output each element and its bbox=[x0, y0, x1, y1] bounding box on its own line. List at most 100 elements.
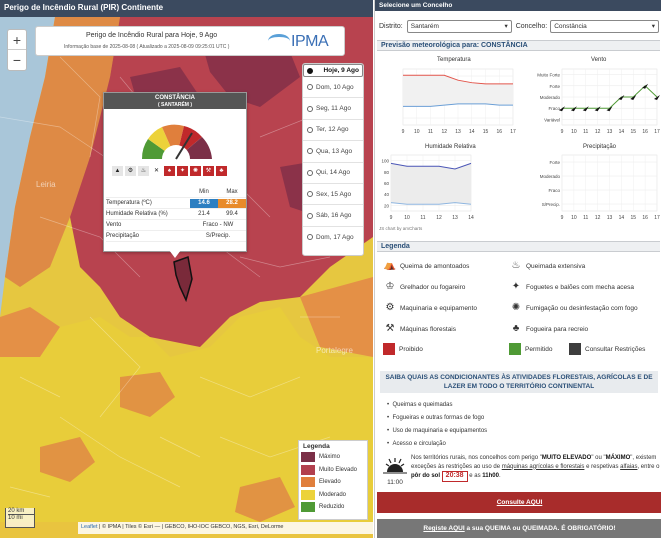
temperature-min: 14.6 bbox=[190, 198, 218, 208]
precipitation-y-tick: Fraco bbox=[548, 188, 560, 193]
precipitation-row: Precipitação S/Precip. bbox=[106, 231, 246, 242]
wind-x-tick: 14 bbox=[619, 129, 625, 135]
day-label: Dom, 17 Ago bbox=[316, 233, 354, 241]
humidity-row: Humidade Relativa (%) 21.4 99.4 bbox=[106, 209, 246, 220]
legend-swatch bbox=[301, 452, 315, 463]
humidity-x-tick: 11 bbox=[420, 215, 425, 221]
map-legend-title: Legenda bbox=[303, 443, 330, 450]
day-selector: Hoje, 9 Ago Dom, 10 Ago Seg, 11 Ago Ter, 12… bbox=[302, 63, 364, 256]
wind-x-tick: 12 bbox=[595, 129, 601, 135]
zoom-in-button[interactable]: + bbox=[8, 30, 26, 50]
popup-weather-table: Min Max Temperatura (ºC) 14.6 28.2 Humid… bbox=[106, 187, 246, 242]
map-label-portalegre: Portalegre bbox=[316, 346, 353, 355]
campfire-icon: ♣ bbox=[216, 166, 227, 176]
precipitation-x-tick: 12 bbox=[595, 215, 601, 221]
forecast-chart-svg: 9 10 11 12 13 14 15 16 17 Muito Forte Forte Moderad… bbox=[381, 68, 660, 221]
extensive-burn-icon: ♨ bbox=[511, 260, 521, 271]
max-label: Max bbox=[226, 189, 238, 195]
humidity-y-tick: 80 bbox=[384, 170, 390, 175]
concelho-select[interactable]: Constância ▾ bbox=[550, 19, 659, 33]
temperature-x-tick: 14 bbox=[469, 129, 475, 135]
day-option[interactable]: Qui, 14 Ago bbox=[303, 163, 363, 184]
map-legend-item: Muito Elevado bbox=[301, 464, 365, 477]
map-title: Perigo de Incêndio Rural para Hoje, 9 Ag… bbox=[86, 32, 218, 39]
forecast-section-title: Previsão meteorológica para: CONSTÂNCIA bbox=[377, 40, 660, 51]
humidity-max: 99.4 bbox=[226, 211, 238, 217]
precipitation-x-tick: 14 bbox=[619, 215, 625, 221]
municipality-popup: CONSTÂNCIA ( SANTARÉM ) ▲ ⚙ ♨ ✕ ♠ ✦ ✺ ⚒ … bbox=[103, 92, 247, 252]
zoom-out-button[interactable]: − bbox=[8, 50, 26, 70]
legend-swatch bbox=[301, 477, 315, 488]
bullet-item: • Uso de maquinaria e equipamentos bbox=[387, 428, 488, 434]
firework-icon: ✦ bbox=[511, 281, 521, 292]
map-title-box: Perigo de Incêndio Rural para Hoje, 9 Ag… bbox=[35, 26, 345, 56]
humidity-y-tick: 60 bbox=[384, 181, 390, 186]
day-option[interactable]: Seg, 11 Ago bbox=[303, 98, 363, 120]
map-panel-header: Perigo de Incêndio Rural (PIR) Continent… bbox=[0, 0, 373, 17]
temperature-x-tick: 12 bbox=[441, 129, 447, 135]
map-legend-item: Reduzido bbox=[301, 501, 365, 514]
day-label: Sex, 15 Ago bbox=[316, 190, 352, 198]
precipitation-x-tick: 16 bbox=[642, 215, 648, 221]
info-panel-header: Selecione um Concelho bbox=[375, 0, 661, 11]
leaflet-link[interactable]: Leaflet bbox=[81, 524, 98, 530]
map-label-leiria: Leiria bbox=[36, 180, 56, 189]
precipitation-x-tick: 11 bbox=[583, 215, 588, 221]
map-legend-item: Máximo bbox=[301, 451, 365, 464]
humidity-y-tick: 20 bbox=[384, 203, 390, 208]
precipitation-x-tick: 13 bbox=[607, 215, 613, 221]
humidity-range-area bbox=[391, 163, 471, 205]
day-label: Hoje, 9 Ago bbox=[323, 67, 359, 74]
ipma-logo: IPMA bbox=[291, 33, 329, 50]
concelho-label: Concelho: bbox=[515, 22, 548, 30]
precipitation-x-tick: 10 bbox=[571, 215, 577, 221]
day-option[interactable]: Dom, 17 Ago bbox=[303, 227, 363, 248]
scale-mi: 10 mi bbox=[8, 514, 34, 521]
precipitation-y-tick: Forte bbox=[549, 160, 560, 165]
chevron-down-icon: ▾ bbox=[504, 23, 508, 30]
radio-icon bbox=[307, 84, 313, 91]
tractor-icon: ⚙ bbox=[125, 166, 136, 176]
exception-note: Nos territórios rurais, nos concelhos co… bbox=[411, 454, 661, 482]
consulte-button[interactable]: Consulte AQUI bbox=[377, 492, 661, 513]
radio-icon bbox=[307, 169, 313, 176]
min-label: Min bbox=[199, 189, 209, 195]
day-option[interactable]: Qua, 13 Ago bbox=[303, 141, 363, 163]
concelho-value: Constância bbox=[554, 22, 587, 30]
burn-pile-icon: ▲ bbox=[112, 166, 123, 176]
conditions-banner: SAIBA QUAIS AS CONDICIONANTES ÀS ATIVIDA… bbox=[380, 371, 658, 393]
day-label: Ter, 12 Ago bbox=[316, 126, 349, 134]
map-info-line: Informação base de 2025-08-08 ( Atualiza… bbox=[64, 44, 230, 50]
sun-time: 11:00 bbox=[387, 479, 403, 486]
day-option[interactable]: Ter, 12 Ago bbox=[303, 120, 363, 142]
legend-swatch bbox=[301, 489, 315, 500]
day-option[interactable]: Hoje, 9 Ago bbox=[303, 64, 363, 77]
wind-y-tick: Muito Forte bbox=[537, 73, 560, 78]
humidity-x-tick: 13 bbox=[452, 215, 458, 221]
wind-x-tick: 10 bbox=[571, 129, 577, 135]
forest-machine-icon: ⚒ bbox=[385, 323, 395, 334]
temperature-x-tick: 16 bbox=[496, 129, 502, 135]
wind-x-tick: 16 bbox=[642, 129, 648, 135]
map-legend-item: Moderado bbox=[301, 489, 365, 502]
cross-icon: ✕ bbox=[153, 168, 160, 174]
day-option[interactable]: Sex, 15 Ago bbox=[303, 184, 363, 206]
precipitation-label: Precipitação bbox=[106, 233, 140, 239]
day-label: Sáb, 16 Ago bbox=[316, 212, 352, 220]
day-option[interactable]: Dom, 10 Ago bbox=[303, 77, 363, 99]
humidity-x-tick: 10 bbox=[404, 215, 410, 221]
wind-y-tick: Variável bbox=[544, 117, 560, 122]
precipitation-y-tick: Moderado bbox=[540, 174, 561, 179]
radio-icon bbox=[307, 126, 313, 133]
chart-credit[interactable]: JS chart by amCharts bbox=[379, 226, 422, 231]
forecast-charts: Temperatura Vento Humidade Relativa Prec… bbox=[377, 51, 660, 234]
precipitation-y-tick: S/Precip. bbox=[542, 202, 560, 207]
wind-value: Fraco - NW bbox=[202, 222, 234, 228]
fumigation-icon: ✺ bbox=[190, 166, 201, 176]
wind-row: Vento Fraco - NW bbox=[106, 220, 246, 231]
day-option[interactable]: Sáb, 16 Ago bbox=[303, 205, 363, 227]
grill-icon: ♨ bbox=[138, 166, 149, 176]
registo-banner[interactable]: Registe AQUI a sua QUEIMA ou QUEIMADA. É… bbox=[377, 519, 661, 538]
distrito-select[interactable]: Santarém ▾ bbox=[406, 19, 512, 33]
precipitation-x-tick: 9 bbox=[561, 215, 564, 221]
